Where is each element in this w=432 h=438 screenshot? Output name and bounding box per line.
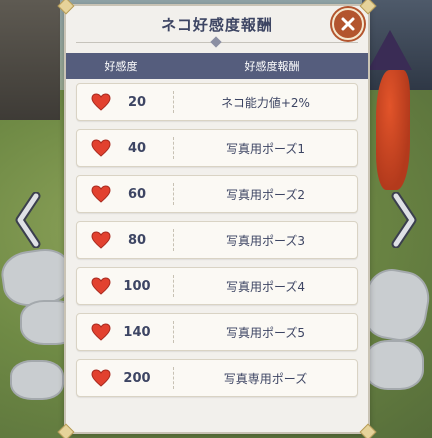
affection-value: 100 xyxy=(123,278,151,294)
affection-value: 60 xyxy=(127,186,147,202)
stepping-stone xyxy=(364,340,424,390)
heart-icon xyxy=(91,277,111,295)
reward-label: 写真用ポーズ3 xyxy=(225,233,306,248)
reward-label: 写真用ポーズ4 xyxy=(225,279,306,294)
header-affection: 好感度 xyxy=(104,60,138,73)
affection-value: 140 xyxy=(123,324,151,340)
background-building-left xyxy=(0,0,60,120)
affection-value: 20 xyxy=(127,94,147,110)
reward-label: 写真専用ポーズ xyxy=(223,371,308,386)
previous-page-button[interactable] xyxy=(14,190,42,250)
reward-row: 20 ネコ能力値+2% xyxy=(76,83,358,121)
reward-row: 60 写真用ポーズ2 xyxy=(76,175,358,213)
stepping-stone xyxy=(10,360,64,400)
reward-row: 100 写真用ポーズ4 xyxy=(76,267,358,305)
affection-value: 80 xyxy=(127,232,147,248)
close-icon xyxy=(341,17,355,31)
dialog-title: ネコ好感度報酬 xyxy=(161,16,273,34)
affection-reward-dialog: ネコ好感度報酬 好感度 好感度報酬 20 ネコ能力値+2% 40 写真用ポーズ1… xyxy=(57,0,377,438)
reward-label: 写真用ポーズ1 xyxy=(225,141,306,156)
red-foliage-decoration xyxy=(376,70,410,190)
affection-value: 40 xyxy=(127,140,147,156)
heart-icon xyxy=(91,93,111,111)
reward-row: 80 写真用ポーズ3 xyxy=(76,221,358,259)
next-page-button[interactable] xyxy=(390,190,418,250)
header-reward: 好感度報酬 xyxy=(244,60,300,73)
chevron-left-icon xyxy=(15,192,41,248)
heart-icon xyxy=(91,139,111,157)
reward-label: 写真用ポーズ2 xyxy=(225,187,306,202)
title-divider-ornament xyxy=(210,36,222,48)
table-header: 好感度 好感度報酬 xyxy=(66,53,368,79)
reward-label: ネコ能力値+2% xyxy=(221,95,310,110)
heart-icon xyxy=(91,231,111,249)
affection-value: 200 xyxy=(123,370,151,386)
close-button[interactable] xyxy=(332,8,364,40)
chevron-right-icon xyxy=(391,192,417,248)
heart-icon xyxy=(91,323,111,341)
reward-row: 40 写真用ポーズ1 xyxy=(76,129,358,167)
reward-row: 140 写真用ポーズ5 xyxy=(76,313,358,351)
heart-icon xyxy=(91,369,111,387)
reward-row: 200 写真専用ポーズ xyxy=(76,359,358,397)
heart-icon xyxy=(91,185,111,203)
reward-list: 20 ネコ能力値+2% 40 写真用ポーズ1 60 写真用ポーズ2 80 写真用… xyxy=(76,83,358,405)
reward-label: 写真用ポーズ5 xyxy=(225,325,306,340)
